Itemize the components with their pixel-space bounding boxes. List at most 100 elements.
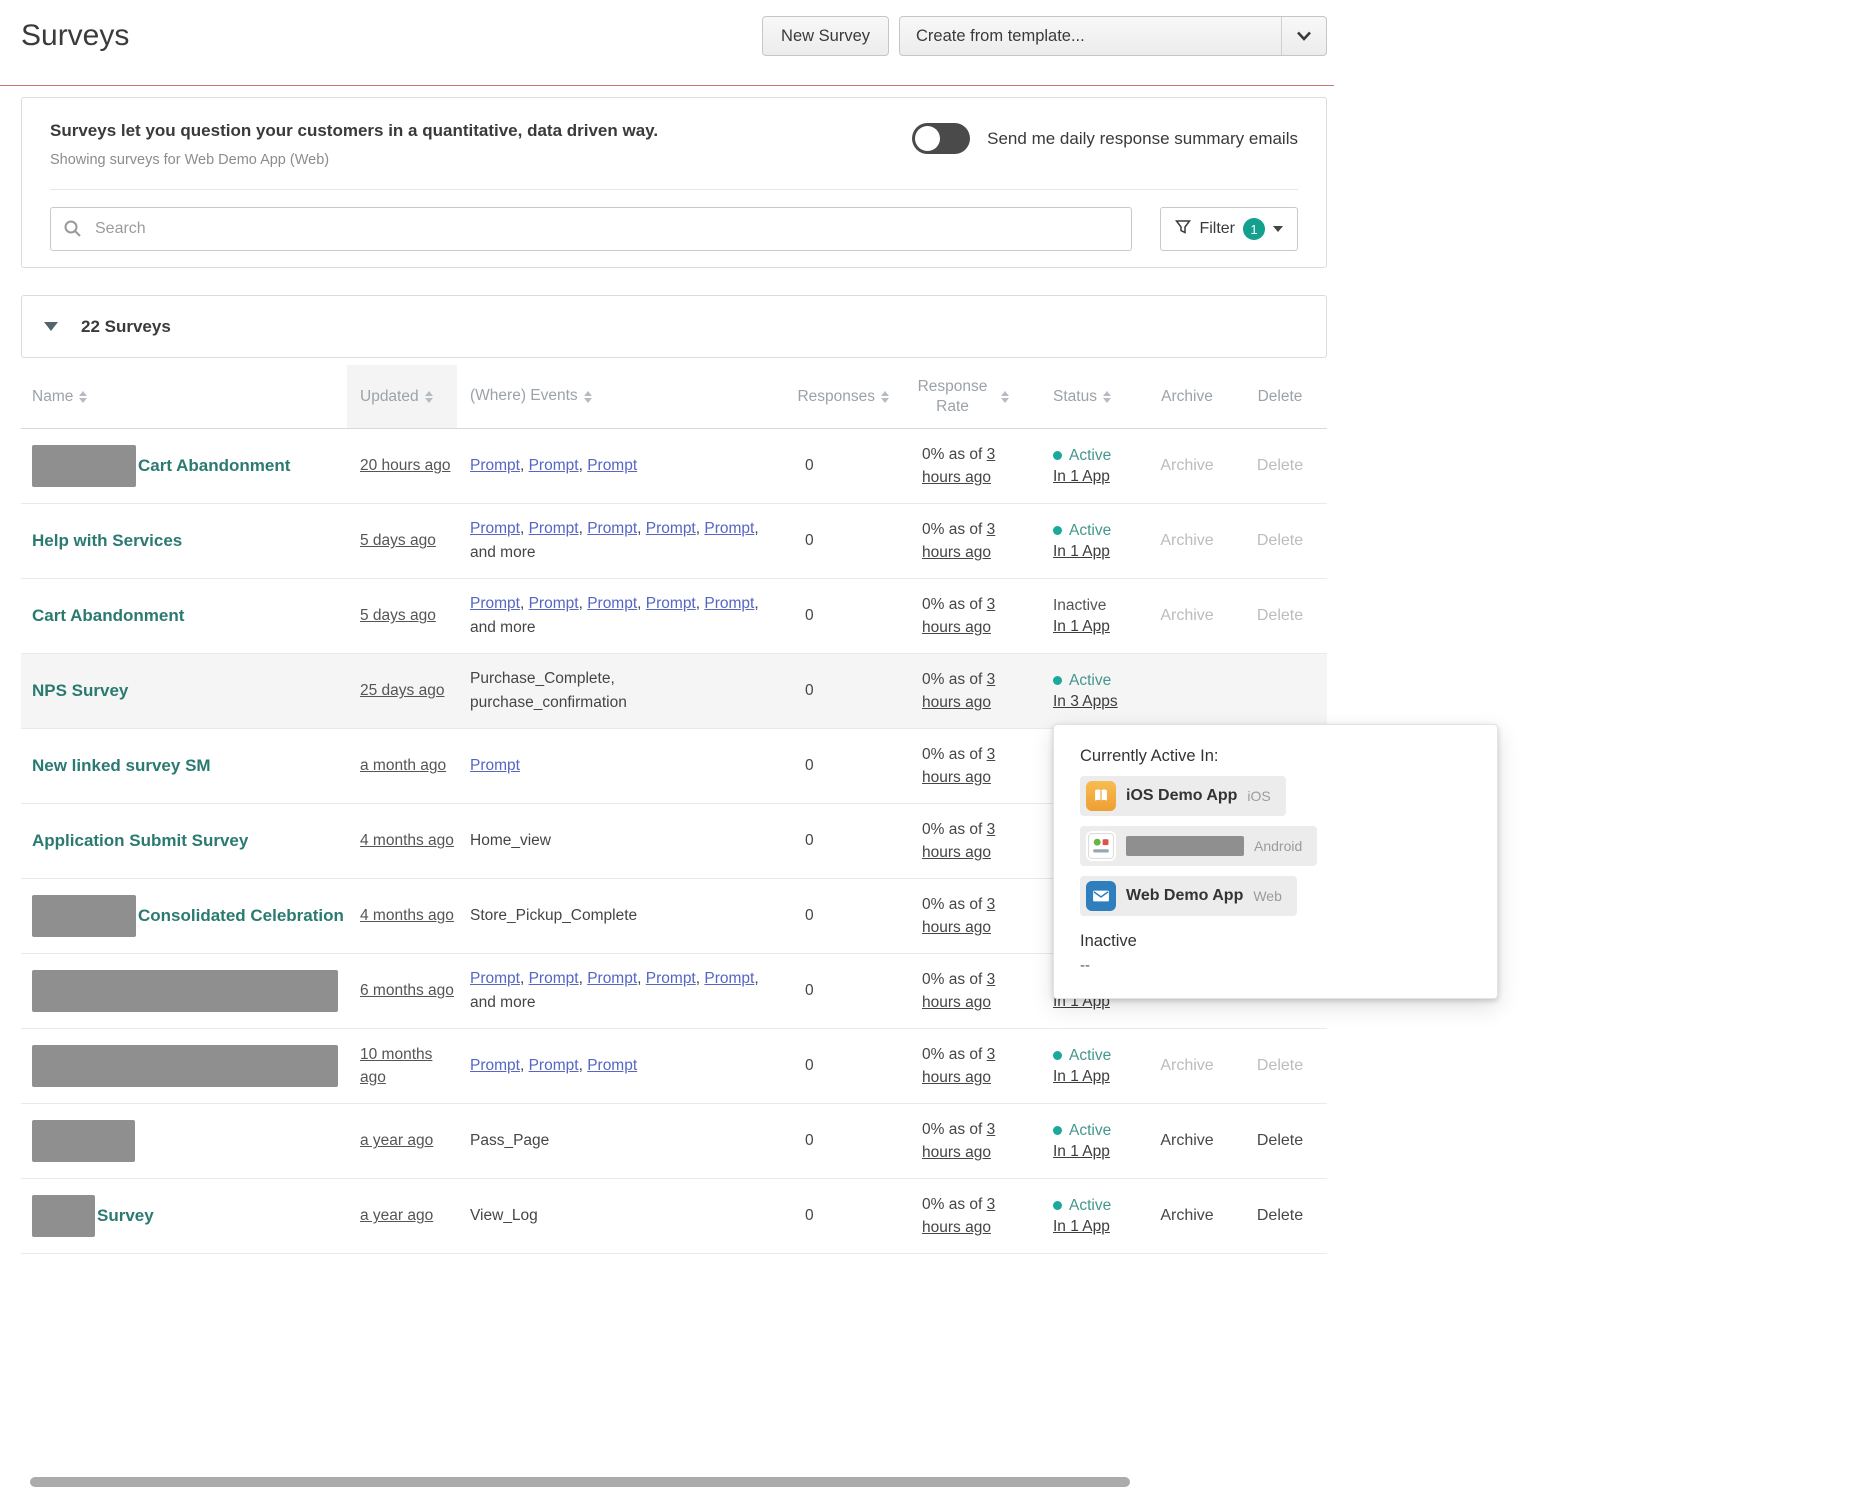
intro-divider (50, 189, 1298, 190)
events-cell: Purchase_Complete, purchase_confirmation (470, 669, 627, 711)
sort-icon[interactable] (1102, 390, 1111, 403)
delete-link[interactable]: Delete (1257, 1132, 1303, 1149)
survey-name-link[interactable]: Survey (97, 1206, 154, 1226)
redacted-box (32, 1120, 135, 1162)
column-header-status[interactable]: Status (1022, 365, 1137, 428)
sort-icon[interactable] (583, 390, 592, 403)
status-apps-link[interactable]: In 1 App (1053, 1218, 1110, 1235)
survey-name-link[interactable]: Help with Services (32, 531, 182, 551)
chevron-down-icon[interactable] (1282, 31, 1326, 41)
sort-icon[interactable] (79, 390, 88, 403)
updated-cell: 4 months ago (347, 904, 457, 927)
status-apps-link[interactable]: In 1 App (1053, 1068, 1110, 1085)
event-prompt-link[interactable]: Prompt (470, 457, 520, 474)
event-prompt-link[interactable]: Prompt (587, 457, 637, 474)
active-app-item: Android (1080, 826, 1318, 866)
archive-link[interactable]: Archive (1160, 607, 1213, 624)
search-row: Filter 1 (50, 207, 1298, 251)
event-prompt-link[interactable]: Prompt (587, 595, 637, 612)
archive-cell: Archive (1137, 1132, 1237, 1150)
status-line: Active (1053, 1047, 1137, 1065)
event-prompt-link[interactable]: Prompt (529, 1057, 579, 1074)
search-box (50, 207, 1133, 251)
create-from-template-dropdown[interactable]: Create from template... (899, 16, 1327, 56)
event-prompt-link[interactable]: Prompt (529, 595, 579, 612)
updated-cell: a year ago (347, 1204, 457, 1227)
collapse-caret-icon[interactable] (44, 322, 58, 331)
status-label: Active (1069, 521, 1112, 539)
survey-name-link[interactable]: Cart Abandonment (138, 456, 290, 476)
survey-name-link[interactable]: Application Submit Survey (32, 831, 248, 851)
archive-link[interactable]: Archive (1160, 532, 1213, 549)
column-header-responses[interactable]: Responses (787, 365, 897, 428)
survey-name-link[interactable]: Consolidated Celebration (138, 906, 344, 926)
delete-link[interactable]: Delete (1257, 1057, 1303, 1074)
status-apps-link[interactable]: In 3 Apps (1053, 693, 1118, 710)
event-prompt-link[interactable]: Prompt (470, 520, 520, 537)
event-prompt-link[interactable]: Prompt (587, 520, 637, 537)
event-prompt-link[interactable]: Prompt (470, 1057, 520, 1074)
delete-link[interactable]: Delete (1257, 1207, 1303, 1224)
response-rate-cell: 0% as of 3 hours ago (922, 1120, 996, 1161)
column-header-response-rate[interactable]: Response Rate (897, 365, 1022, 428)
event-prompt-link[interactable]: Prompt (470, 595, 520, 612)
column-header-label: Delete (1257, 387, 1303, 405)
events-cell: Prompt, Prompt, Prompt (470, 456, 638, 474)
archive-link[interactable]: Archive (1160, 1132, 1213, 1149)
event-prompt-link[interactable]: Prompt (704, 520, 754, 537)
delete-link[interactable]: Delete (1257, 457, 1303, 474)
daily-summary-toggle[interactable] (912, 123, 971, 154)
event-prompt-link[interactable]: Prompt (704, 970, 754, 987)
rate-time-link: 3 hours ago (922, 520, 996, 561)
status-line: Active (1053, 522, 1137, 540)
delete-link[interactable]: Delete (1257, 607, 1303, 624)
event-prompt-link[interactable]: Prompt (646, 970, 696, 987)
sort-icon[interactable] (1000, 390, 1009, 403)
survey-name-cell: Cart Abandonment (21, 606, 347, 626)
updated-cell: 4 months ago (347, 829, 457, 852)
events-cell: Prompt, Prompt, Prompt, Prompt, Prompt, … (470, 969, 759, 1011)
search-input[interactable] (50, 207, 1133, 251)
event-prompt-link[interactable]: Prompt (470, 757, 520, 774)
survey-name-cell: Cart Abandonment (21, 445, 347, 487)
sort-icon[interactable] (424, 390, 433, 403)
event-prompt-link[interactable]: Prompt (646, 595, 696, 612)
event-prompt-link[interactable]: Prompt (470, 970, 520, 987)
status-apps-link[interactable]: In 1 App (1053, 468, 1110, 485)
column-header-name[interactable]: Name (21, 365, 347, 428)
event-prompt-link[interactable]: Prompt (587, 1057, 637, 1074)
redacted-box (32, 445, 136, 487)
status-apps-link[interactable]: In 1 App (1053, 543, 1110, 560)
event-prompt-link[interactable]: Prompt (529, 970, 579, 987)
responses-cell: 0 (805, 1207, 814, 1224)
sort-icon[interactable] (881, 390, 889, 403)
event-prompt-link[interactable]: Prompt (646, 520, 696, 537)
app-platform-label: iOS (1247, 788, 1271, 804)
event-prompt-link[interactable]: Prompt (704, 595, 754, 612)
column-header-updated[interactable]: Updated (347, 365, 457, 428)
delete-link[interactable]: Delete (1257, 532, 1303, 549)
event-prompt-link[interactable]: Prompt (587, 970, 637, 987)
status-apps-link[interactable]: In 1 App (1053, 618, 1110, 635)
redacted-box (1126, 836, 1244, 856)
event-prompt-link[interactable]: Prompt (529, 520, 579, 537)
archive-link[interactable]: Archive (1160, 1207, 1213, 1224)
status-cell: Active In 3 Apps (1022, 672, 1137, 711)
survey-name-link[interactable]: Cart Abandonment (32, 606, 184, 626)
status-apps-link[interactable]: In 1 App (1053, 1143, 1110, 1160)
filter-button[interactable]: Filter 1 (1160, 207, 1298, 251)
new-survey-button[interactable]: New Survey (762, 16, 889, 56)
updated-cell: 25 days ago (347, 679, 457, 702)
archive-link[interactable]: Archive (1160, 1057, 1213, 1074)
surveys-count-bar[interactable]: 22 Surveys (21, 295, 1327, 358)
survey-name-link[interactable]: NPS Survey (32, 681, 128, 701)
column-header-delete: Delete (1237, 365, 1323, 428)
archive-link[interactable]: Archive (1160, 457, 1213, 474)
response-rate-cell: 0% as of 3 hours ago (922, 1195, 996, 1236)
status-label: Inactive (1053, 596, 1107, 614)
column-header-events[interactable]: (Where) Events (457, 365, 787, 428)
filter-funnel-icon (1175, 219, 1192, 240)
responses-cell: 0 (805, 1057, 814, 1074)
survey-name-link[interactable]: New linked survey SM (32, 756, 211, 776)
event-prompt-link[interactable]: Prompt (529, 457, 579, 474)
